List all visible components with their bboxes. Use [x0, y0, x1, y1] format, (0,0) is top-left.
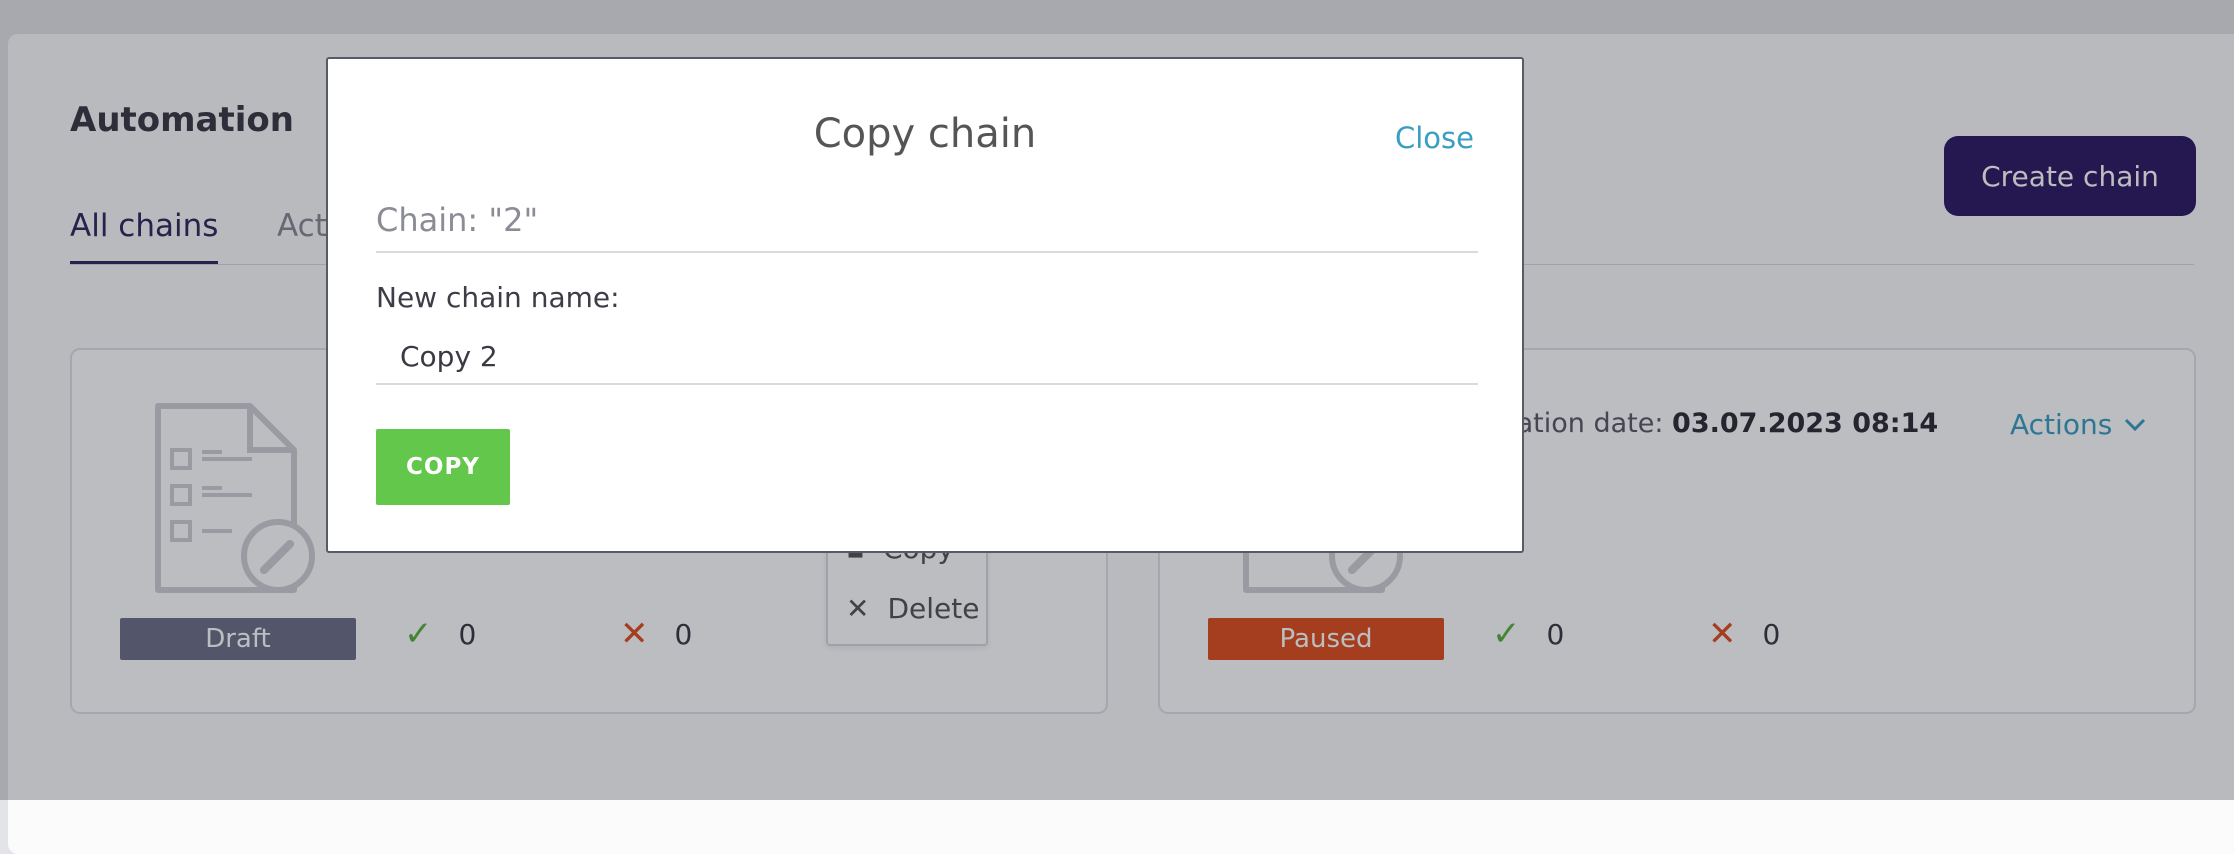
dialog-title: Copy chain [813, 111, 1037, 157]
copy-button[interactable]: COPY [376, 429, 510, 505]
divider [376, 251, 1478, 253]
source-chain-label: Chain: "2" [376, 201, 539, 239]
new-name-label: New chain name: [376, 281, 620, 314]
copy-chain-dialog: Copy chain Close Chain: "2" New chain na… [326, 57, 1524, 553]
close-link[interactable]: Close [1395, 121, 1474, 155]
new-chain-name-input[interactable] [376, 329, 1478, 385]
